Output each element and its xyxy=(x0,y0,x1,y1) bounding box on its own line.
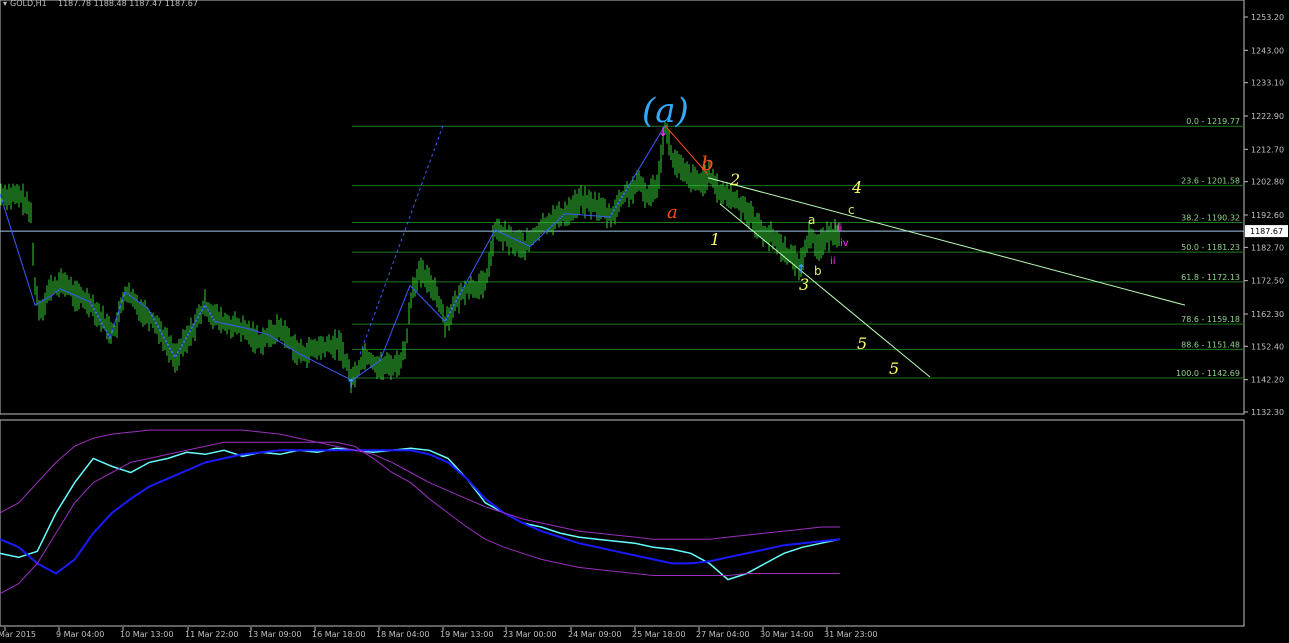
oscillator-series-4 xyxy=(0,429,840,540)
fib-level-label: 61.8 - 1172.13 xyxy=(1181,273,1240,282)
fib-level-label: 88.6 - 1151.48 xyxy=(1181,340,1240,349)
wave-label: b xyxy=(701,151,714,175)
oscillator-series-2 xyxy=(0,449,841,575)
y-tick-label: 1172.50 xyxy=(1251,277,1284,286)
wave-label: 5 xyxy=(889,359,899,378)
x-tick-label: 23 Mar 00:00 xyxy=(503,630,556,639)
y-tick-label: 1192.60 xyxy=(1251,211,1284,220)
x-tick-label: 19 Mar 13:00 xyxy=(440,630,493,639)
wave-label: 3 xyxy=(799,275,809,294)
x-tick-label: 30 Mar 14:00 xyxy=(760,630,813,639)
y-tick-label: 1132.30 xyxy=(1251,408,1284,417)
wave-label: 5 xyxy=(857,334,867,353)
fib-level-label: 38.2 - 1190.32 xyxy=(1181,213,1240,222)
x-tick-label: 31 Mar 23:00 xyxy=(824,630,877,639)
fib-level-label: 50.0 - 1181.23 xyxy=(1181,243,1240,252)
wave-label: a xyxy=(667,202,678,223)
x-tick-label: 13 Mar 09:00 xyxy=(248,630,301,639)
y-tick-label: 1233.10 xyxy=(1251,79,1284,88)
x-tick-label: Mar 2015 xyxy=(0,630,36,639)
oscillator-layer xyxy=(0,429,841,595)
upper-trendline xyxy=(707,177,1186,306)
y-tick-label: 1142.20 xyxy=(1251,376,1284,385)
x-tick-label: 11 Mar 22:00 xyxy=(185,630,238,639)
annotation-layer: ↑↑↓(a)ba214355abciiiiiiv xyxy=(0,91,1186,391)
wave-label: 2 xyxy=(729,170,740,189)
fib-level-label: 100.0 - 1142.69 xyxy=(1176,369,1240,378)
y-tick-label: 1222.90 xyxy=(1251,112,1284,121)
fib-level-label: 78.6 - 1159.18 xyxy=(1181,315,1240,324)
chart-root: ▾ GOLD,H1 1187.78 1188.48 1187.47 1187.6… xyxy=(0,0,1289,639)
y-tick-label: 1152.40 xyxy=(1251,342,1284,351)
y-tick-label: 1243.00 xyxy=(1251,46,1284,55)
oscillator-series-3 xyxy=(0,441,840,595)
projection-dashed-line xyxy=(359,125,444,355)
header-arrow: ▾ xyxy=(3,0,7,8)
x-tick-label: 9 Mar 04:00 xyxy=(56,630,104,639)
y-tick-label: 1182.70 xyxy=(1251,243,1284,252)
lower-trendline xyxy=(719,203,931,378)
y-tick-label: 1162.30 xyxy=(1251,310,1284,319)
header: ▾ GOLD,H1 1187.78 1188.48 1187.47 1187.6… xyxy=(3,0,198,8)
wave-label: b xyxy=(814,264,822,278)
chart-svg: ▾ GOLD,H1 1187.78 1188.48 1187.47 1187.6… xyxy=(0,0,1288,639)
wave-label: 1 xyxy=(710,230,720,249)
current-price-label: 1187.67 xyxy=(1250,227,1283,236)
wave-label: ii xyxy=(830,256,836,267)
y-tick-label: 1202.80 xyxy=(1251,178,1284,187)
x-tick-label: 10 Mar 13:00 xyxy=(120,630,173,639)
wave-label: c xyxy=(848,203,855,217)
symbol-label: GOLD,H1 xyxy=(10,0,47,8)
arrow-up-icon: ↑ xyxy=(346,377,356,391)
x-tick-label: 27 Mar 04:00 xyxy=(696,630,749,639)
fib-level-label: 23.6 - 1201.58 xyxy=(1181,177,1240,186)
x-tick-label: 16 Mar 18:00 xyxy=(312,630,365,639)
wave-label: iv xyxy=(840,238,849,249)
x-tick-label: 25 Mar 18:00 xyxy=(632,630,685,639)
fib-level-label: 0.0 - 1219.77 xyxy=(1186,117,1240,126)
wave-label: a xyxy=(808,213,815,227)
x-tick-label: 18 Mar 04:00 xyxy=(376,630,429,639)
ohlc-label: 1187.78 1188.48 1187.47 1187.67 xyxy=(58,0,198,8)
y-tick-label: 1212.70 xyxy=(1251,145,1284,154)
oscillator-panel-frame xyxy=(0,419,1245,627)
wave-label: 4 xyxy=(851,178,862,197)
x-tick-label: 24 Mar 09:00 xyxy=(568,630,621,639)
wave-label: iii xyxy=(834,223,842,234)
y-tick-label: 1253.20 xyxy=(1251,13,1284,22)
wave-label: (a) xyxy=(642,91,689,131)
